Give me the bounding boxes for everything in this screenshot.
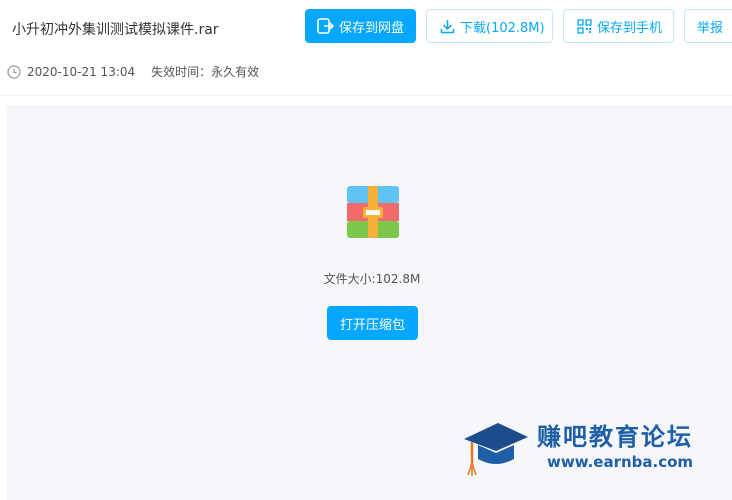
rar-archive-icon	[347, 186, 399, 242]
file-preview-panel: 文件大小:102.8M 打开压缩包 赚吧教育论坛 www.earnba.com	[7, 105, 732, 500]
report-button[interactable]: 举报	[684, 9, 732, 43]
file-size-label: 文件大小:102.8M	[323, 272, 421, 286]
save-to-cloud-icon	[317, 18, 334, 34]
save-to-cloud-button[interactable]: 保存到网盘	[305, 9, 416, 43]
download-label: 下载(102.8M)	[460, 20, 545, 36]
graduation-cap-logo	[464, 423, 528, 476]
open-archive-button[interactable]: 打开压缩包	[327, 306, 418, 340]
save-to-phone-label: 保存到手机	[597, 20, 663, 36]
download-button[interactable]: 下载(102.8M)	[426, 9, 553, 43]
expiry-time: 失效时间：永久有效	[151, 65, 260, 79]
file-name: 小升初冲外集训测试模拟课件.rar	[12, 22, 219, 38]
divider	[0, 95, 732, 96]
file-meta: 2020-10-21 13:04 失效时间：永久有效	[7, 63, 259, 80]
report-label: 举报	[697, 20, 724, 36]
watermark-title: 赚吧教育论坛	[537, 423, 693, 451]
watermark: 赚吧教育论坛 www.earnba.com	[462, 417, 693, 483]
clock-icon	[7, 64, 21, 79]
save-to-phone-button[interactable]: 保存到手机	[563, 9, 674, 43]
qrcode-icon	[577, 18, 592, 34]
download-icon	[440, 19, 455, 34]
save-to-cloud-label: 保存到网盘	[339, 20, 405, 36]
upload-date: 2020-10-21 13:04	[27, 64, 136, 79]
watermark-url: www.earnba.com	[547, 453, 694, 471]
